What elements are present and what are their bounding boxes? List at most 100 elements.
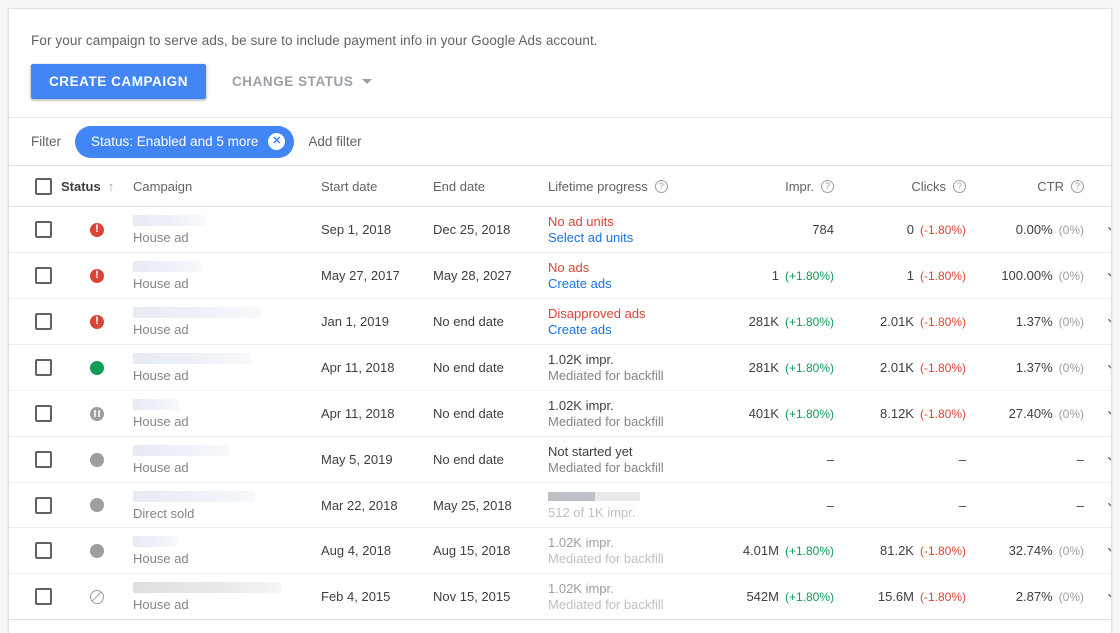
- add-filter-button[interactable]: Add filter: [308, 134, 361, 149]
- lifetime-secondary: Mediated for backfill: [548, 597, 664, 612]
- campaign-type: House ad: [133, 230, 189, 245]
- change-status-button[interactable]: CHANGE STATUS: [224, 64, 380, 99]
- table-row[interactable]: House ad Apr 11, 2018 No end date 1.02K imp…: [9, 344, 1111, 391]
- lifetime-secondary[interactable]: Create ads: [548, 276, 710, 292]
- chevron-down-icon[interactable]: [1096, 314, 1111, 329]
- impr-delta: (+1.80%): [784, 269, 834, 283]
- status-cell: [61, 436, 133, 483]
- campaign-type: House ad: [133, 460, 189, 475]
- lifetime-primary: Not started yet: [548, 444, 633, 459]
- chevron-down-icon[interactable]: [1096, 498, 1111, 513]
- change-status-label: CHANGE STATUS: [232, 74, 354, 89]
- lifetime-primary: No ads: [548, 260, 590, 275]
- campaign-type: Direct sold: [133, 505, 195, 521]
- payment-info-banner: For your campaign to serve ads, be sure …: [9, 9, 1111, 48]
- campaigns-table: Status ↑ Campaign Start date End date Li…: [9, 165, 1111, 620]
- header-status[interactable]: Status ↑: [61, 165, 133, 207]
- header-end-date[interactable]: End date: [433, 165, 548, 207]
- clicks-delta: (-1.80%): [919, 315, 966, 329]
- ctr-cell: 27.40% (0%): [978, 390, 1096, 437]
- header-ctr-label: CTR: [1037, 178, 1064, 194]
- header-expand: [1096, 165, 1111, 207]
- filter-chip-status[interactable]: Status: Enabled and 5 more ✕: [75, 125, 295, 158]
- table-row[interactable]: House ad May 5, 2019 No end date Not starte…: [9, 436, 1111, 483]
- start-date-cell: Mar 22, 2018: [321, 482, 433, 528]
- expand-cell: [1096, 436, 1111, 483]
- header-campaign[interactable]: Campaign: [133, 165, 321, 207]
- help-icon[interactable]: ?: [654, 179, 668, 193]
- removed-icon: [90, 589, 104, 604]
- previous-page-button[interactable]: ‹: [965, 629, 1005, 633]
- next-page-button[interactable]: ›: [1005, 629, 1045, 633]
- first-page-button[interactable]: |‹: [925, 629, 965, 633]
- ctr-delta: (0%): [1058, 544, 1084, 558]
- ended-icon: [90, 452, 104, 467]
- header-impr[interactable]: Impr. ?: [710, 165, 846, 207]
- ctr-value: 1.37%: [1015, 360, 1053, 375]
- table-row[interactable]: House ad Aug 4, 2018 Aug 15, 2018 1.02K imp…: [9, 527, 1111, 574]
- lifetime-secondary: Mediated for backfill: [548, 414, 664, 429]
- row-checkbox[interactable]: [35, 542, 52, 559]
- ctr-delta: (0%): [1058, 315, 1084, 329]
- clicks-delta: (-1.80%): [919, 590, 966, 604]
- lifetime-secondary[interactable]: Select ad units: [548, 230, 710, 246]
- enabled-icon: [90, 360, 104, 375]
- create-campaign-button[interactable]: CREATE CAMPAIGN: [31, 64, 206, 99]
- clicks-cell: 2.01K (-1.80%): [846, 298, 978, 345]
- lifetime-primary: 1.02K impr.: [548, 581, 614, 596]
- select-all-checkbox[interactable]: [35, 177, 52, 195]
- ended-icon: [90, 498, 104, 512]
- header-ctr[interactable]: CTR ?: [978, 165, 1096, 207]
- status-cell: [61, 390, 133, 437]
- row-select-cell: [9, 436, 61, 483]
- clicks-delta: (-1.80%): [919, 544, 966, 558]
- row-checkbox[interactable]: [35, 588, 52, 605]
- table-footer: Show rows: 15 1 - 9 of 9 |‹ ‹ › ›|: [9, 620, 1111, 633]
- status-cell: !: [61, 298, 133, 345]
- header-lifetime-progress[interactable]: Lifetime progress ?: [548, 165, 710, 207]
- table-row[interactable]: ! House ad May 27, 2017 May 28, 2027 No ads C…: [9, 252, 1111, 299]
- table-row[interactable]: ! House ad Sep 1, 2018 Dec 25, 2018 No ad un…: [9, 206, 1111, 253]
- close-icon[interactable]: ✕: [268, 133, 286, 150]
- chevron-down-icon[interactable]: [1096, 268, 1111, 283]
- row-checkbox[interactable]: [35, 359, 52, 376]
- table-row[interactable]: ! House ad Jan 1, 2019 No end date Disapprov…: [9, 298, 1111, 345]
- chevron-down-icon[interactable]: [1096, 360, 1111, 375]
- header-impr-label: Impr.: [785, 178, 814, 194]
- lifetime-progress-cell: No ads Create ads: [548, 253, 710, 298]
- last-page-button[interactable]: ›|: [1045, 629, 1085, 633]
- lifetime-secondary[interactable]: Create ads: [548, 322, 710, 338]
- banner-text: For your campaign to serve ads, be sure …: [31, 33, 598, 48]
- table-row[interactable]: House ad Feb 4, 2015 Nov 15, 2015 1.02K imp…: [9, 573, 1111, 620]
- table-row[interactable]: Direct sold Mar 22, 2018 May 25, 2018 512 o…: [9, 482, 1111, 528]
- row-checkbox[interactable]: [35, 313, 52, 330]
- row-checkbox[interactable]: [35, 267, 52, 284]
- clicks-delta: (-1.80%): [919, 223, 966, 237]
- end-date-cell: No end date: [433, 344, 548, 391]
- lifetime-primary: 1.02K impr.: [548, 398, 614, 413]
- expand-cell: [1096, 252, 1111, 299]
- row-checkbox[interactable]: [35, 451, 52, 468]
- chevron-down-icon[interactable]: [1096, 222, 1111, 237]
- chevron-down-icon[interactable]: [1096, 543, 1111, 558]
- clicks-value: 8.12K: [880, 406, 914, 421]
- chevron-down-icon[interactable]: [1096, 452, 1111, 467]
- lifetime-progress-cell: 1.02K impr. Mediated for backfill: [548, 574, 710, 619]
- campaign-cell: House ad: [133, 436, 321, 483]
- row-checkbox[interactable]: [35, 221, 52, 238]
- header-start-date[interactable]: Start date: [321, 165, 433, 207]
- chevron-down-icon[interactable]: [1096, 406, 1111, 421]
- help-icon[interactable]: ?: [953, 179, 966, 193]
- ctr-delta: (0%): [1058, 269, 1084, 283]
- table-row[interactable]: House ad Apr 11, 2018 No end date 1.02K imp…: [9, 390, 1111, 437]
- row-checkbox[interactable]: [35, 405, 52, 422]
- chevron-down-icon[interactable]: [1096, 589, 1111, 604]
- help-icon[interactable]: ?: [821, 179, 834, 193]
- ctr-cell: 0.00% (0%): [978, 222, 1096, 237]
- header-clicks[interactable]: Clicks ?: [846, 165, 978, 207]
- help-icon[interactable]: ?: [1071, 179, 1084, 193]
- row-checkbox[interactable]: [35, 496, 52, 514]
- ctr-delta: (0%): [1058, 361, 1084, 375]
- ctr-cell: 32.74% (0%): [978, 527, 1096, 574]
- impr-value: 4.01M: [742, 543, 779, 558]
